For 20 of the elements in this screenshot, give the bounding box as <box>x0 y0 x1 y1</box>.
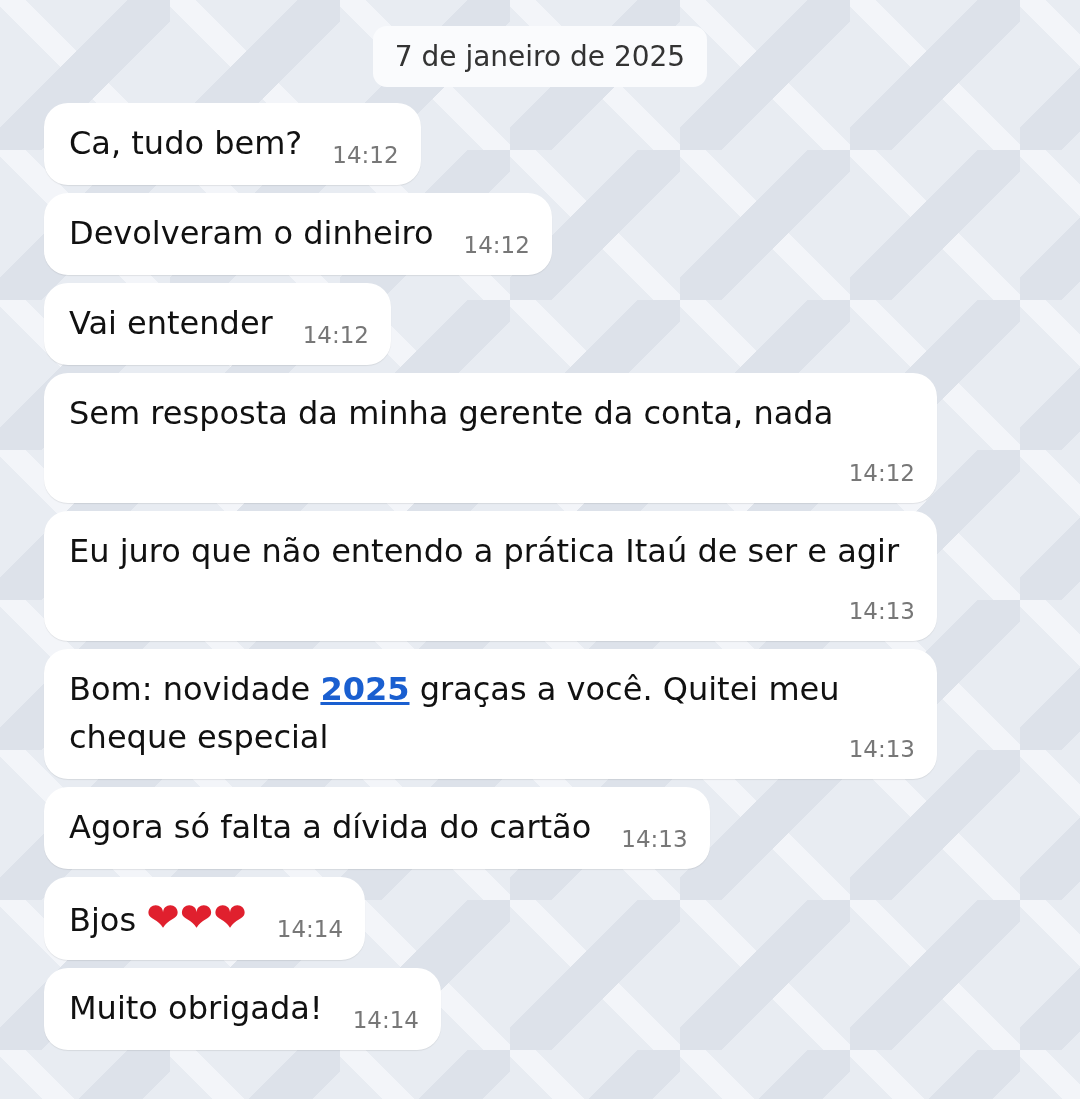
message-text: Eu juro que não entendo a prática Itaú de ser e agir <box>69 532 900 570</box>
link[interactable]: 2025 <box>320 670 410 708</box>
message-text: Muito obrigada! <box>69 989 323 1027</box>
message-text: Bom: novidade 2025 graças a você. Quitei meu cheque especial <box>69 670 840 756</box>
message-time: 14:13 <box>848 597 915 625</box>
message-time: 14:13 <box>848 735 915 763</box>
message-time: 14:12 <box>332 141 399 169</box>
message-time: 14:12 <box>463 231 530 259</box>
message-text: Ca, tudo bem? <box>69 124 303 162</box>
message-text: Sem resposta da minha gerente da conta, nada <box>69 394 834 432</box>
message-text: Agora só falta a dívida do cartão <box>69 808 592 846</box>
message-text: Vai entender <box>69 304 273 342</box>
message-time: 14:13 <box>621 825 688 853</box>
message-time: 14:12 <box>302 321 369 349</box>
message-time: 14:14 <box>352 1006 419 1034</box>
date-label: 7 de janeiro de 2025 <box>372 26 708 87</box>
message-time: 14:14 <box>276 915 344 943</box>
message-text: Devolveram o dinheiro <box>69 214 434 252</box>
message-time: 14:12 <box>848 459 915 487</box>
message-text: Bjos ❤❤❤ <box>69 901 247 939</box>
